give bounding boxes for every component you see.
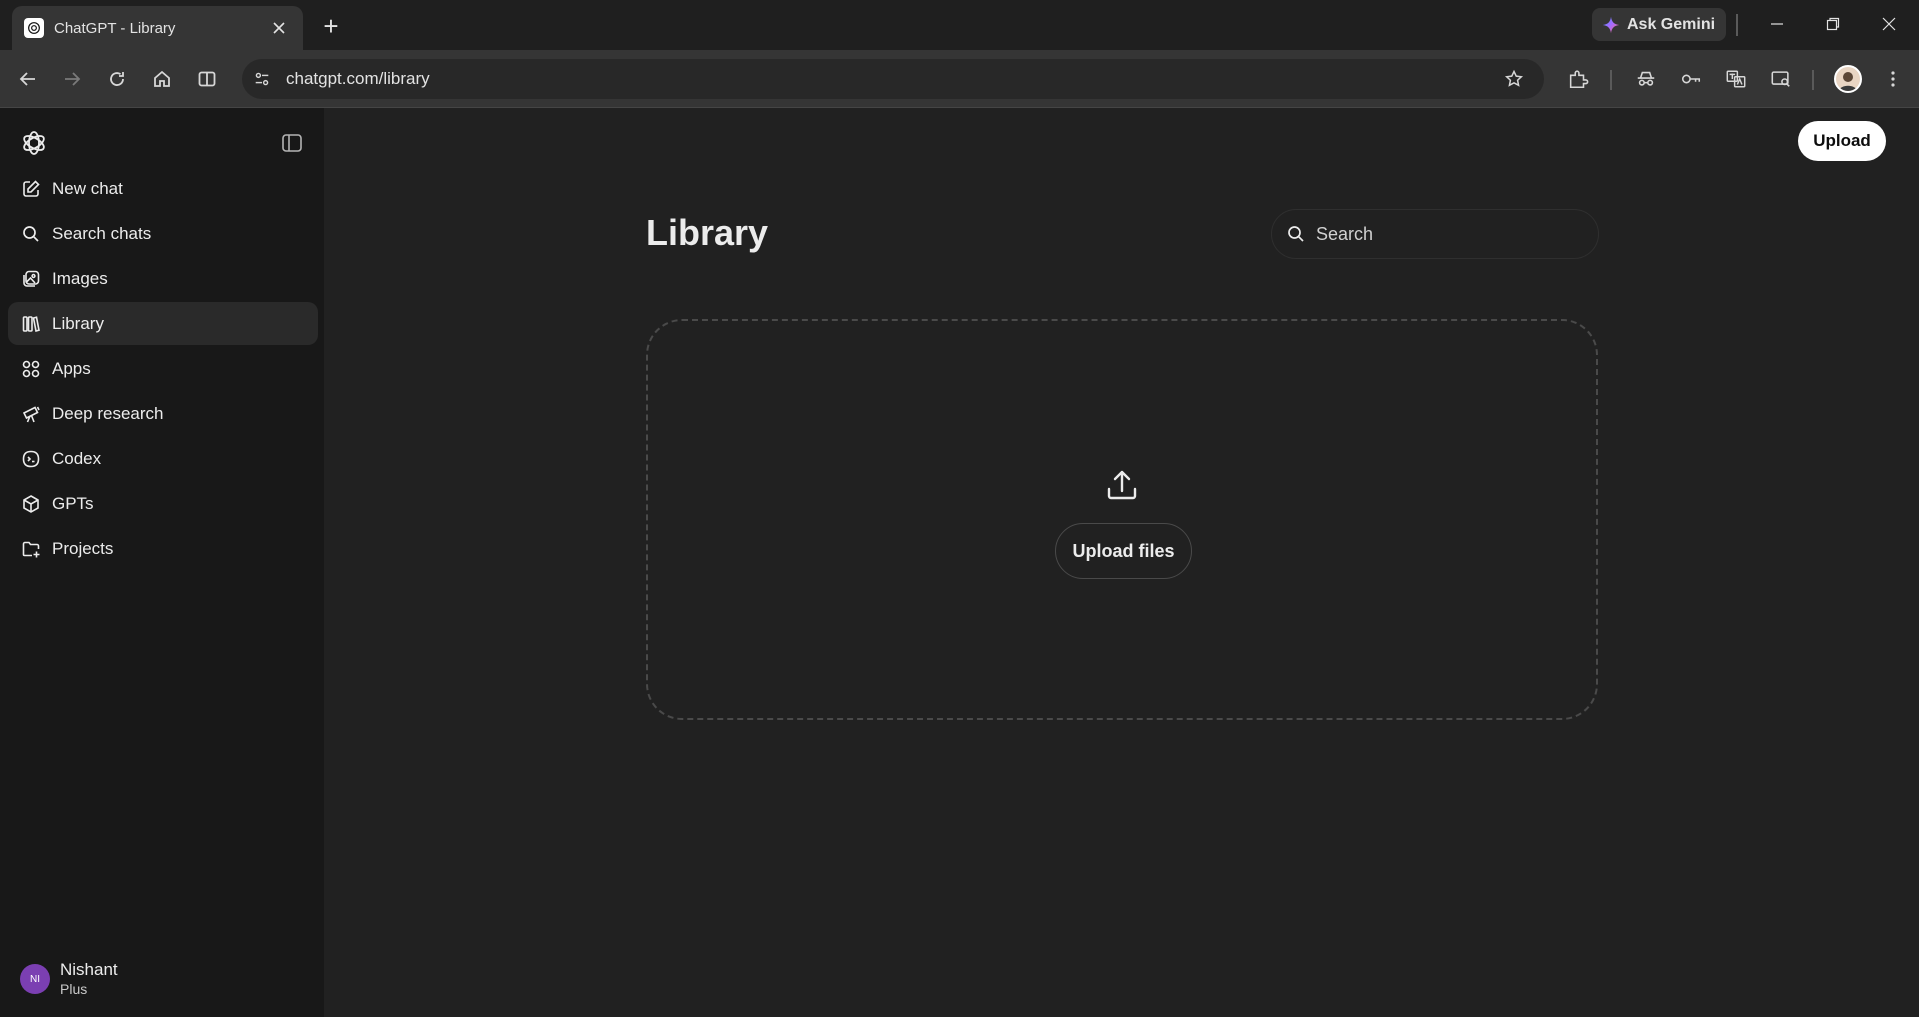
back-arrow-icon[interactable] xyxy=(12,63,44,95)
search-icon xyxy=(20,223,42,245)
chatgpt-favicon-icon xyxy=(24,18,44,38)
ask-gemini-label: Ask Gemini xyxy=(1627,15,1716,33)
profile-avatar-icon[interactable] xyxy=(1834,65,1862,93)
sidebar-item-library[interactable]: Library xyxy=(8,302,318,345)
upload-button[interactable]: Upload xyxy=(1798,121,1886,161)
avatar: NI xyxy=(20,964,50,994)
search-input[interactable] xyxy=(1316,223,1556,245)
browser-toolbar: chatgpt.com/library xyxy=(0,50,1919,108)
sidebar-item-label: Search chats xyxy=(52,223,152,243)
sidebar-nav: New chat Search chats Images Library App… xyxy=(8,167,318,572)
sidebar-item-projects[interactable]: Projects xyxy=(8,527,318,570)
sidebar-item-label: Projects xyxy=(52,538,114,558)
sidebar-item-label: Codex xyxy=(52,448,102,468)
ask-gemini-button[interactable]: Ask Gemini xyxy=(1592,8,1726,41)
incognito-icon[interactable] xyxy=(1630,63,1662,95)
edit-icon xyxy=(20,178,42,200)
sidebar-item-label: GPTs xyxy=(52,493,94,513)
lens-search-icon[interactable] xyxy=(1765,63,1797,95)
restore-icon[interactable] xyxy=(1810,8,1856,40)
translate-icon[interactable] xyxy=(1720,63,1752,95)
sidebar-item-codex[interactable]: Codex xyxy=(8,437,318,480)
browser-tab-strip: ChatGPT - Library + Ask Gemini xyxy=(0,0,1919,50)
page-title: Library xyxy=(646,212,769,253)
apps-icon xyxy=(20,358,42,380)
sidebar-item-label: Images xyxy=(52,268,108,288)
divider xyxy=(1736,14,1738,36)
browser-menu-icon[interactable] xyxy=(1877,63,1909,95)
library-icon xyxy=(20,313,42,335)
codex-icon xyxy=(20,448,42,470)
extensions-puzzle-icon[interactable] xyxy=(1562,63,1594,95)
library-search[interactable] xyxy=(1271,209,1599,259)
sidebar-item-new-chat[interactable]: New chat xyxy=(8,167,318,210)
tab-close-icon[interactable] xyxy=(267,16,291,40)
sidebar-item-label: New chat xyxy=(52,178,123,198)
gemini-sparkle-icon xyxy=(1602,16,1620,34)
home-icon[interactable] xyxy=(146,63,178,95)
sidebar-item-search-chats[interactable]: Search chats xyxy=(8,212,318,255)
sidebar-item-label: Library xyxy=(52,313,104,333)
chatgpt-logo-icon[interactable] xyxy=(20,129,48,157)
telescope-icon xyxy=(20,403,42,425)
sidebar: New chat Search chats Images Library App… xyxy=(0,108,324,1017)
user-plan: Plus xyxy=(60,981,88,997)
upload-files-button[interactable]: Upload files xyxy=(1055,523,1192,579)
file-dropzone[interactable]: Upload files xyxy=(646,319,1598,720)
divider xyxy=(1812,70,1814,90)
upload-arrow-icon xyxy=(1104,467,1140,503)
forward-arrow-icon[interactable] xyxy=(56,63,88,95)
images-icon xyxy=(20,268,42,290)
search-icon xyxy=(1286,224,1306,244)
new-tab-button[interactable]: + xyxy=(317,11,345,41)
cube-icon xyxy=(20,493,42,515)
tab-title: ChatGPT - Library xyxy=(54,19,176,37)
sidebar-item-gpts[interactable]: GPTs xyxy=(8,482,318,525)
address-bar[interactable]: chatgpt.com/library xyxy=(242,59,1544,99)
sidebar-item-label: Apps xyxy=(52,358,91,378)
password-key-icon[interactable] xyxy=(1675,63,1707,95)
sidebar-item-label: Deep research xyxy=(52,403,164,423)
folder-plus-icon xyxy=(20,538,42,560)
divider xyxy=(1610,70,1612,90)
sidebar-item-images[interactable]: Images xyxy=(8,257,318,300)
sidebar-item-apps[interactable]: Apps xyxy=(8,347,318,390)
browser-tab[interactable]: ChatGPT - Library xyxy=(12,6,303,50)
split-view-icon[interactable] xyxy=(191,63,223,95)
url-text[interactable]: chatgpt.com/library xyxy=(286,69,1498,89)
sidebar-item-deep-research[interactable]: Deep research xyxy=(8,392,318,435)
minimize-icon[interactable] xyxy=(1754,8,1800,40)
user-profile[interactable]: NI Nishant Plus xyxy=(20,960,118,998)
user-name: Nishant xyxy=(60,960,118,979)
bookmark-star-icon[interactable] xyxy=(1498,63,1530,95)
close-window-icon[interactable] xyxy=(1866,8,1912,40)
site-settings-icon[interactable] xyxy=(246,63,278,95)
reload-icon[interactable] xyxy=(101,63,133,95)
sidebar-toggle-icon[interactable] xyxy=(278,129,306,157)
